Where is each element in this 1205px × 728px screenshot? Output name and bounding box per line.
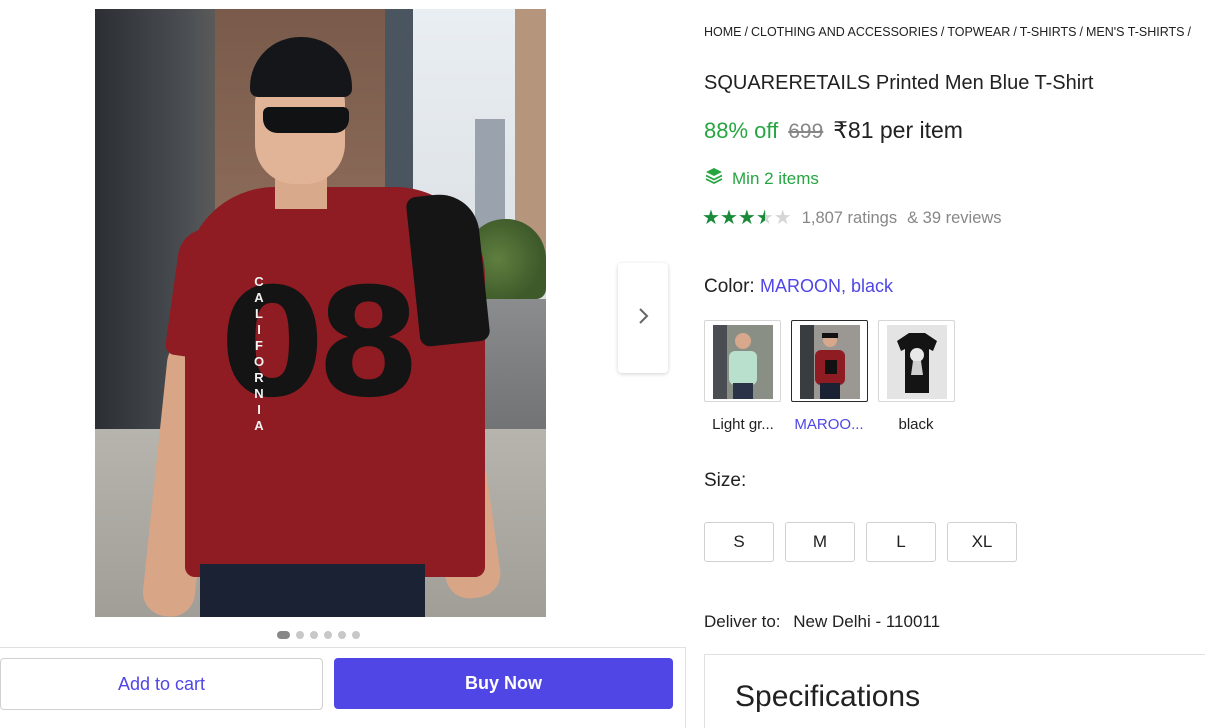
gallery-dot[interactable]	[352, 631, 360, 639]
breadcrumb-separator: /	[1187, 25, 1191, 39]
ratings-count: 1,807 ratings	[801, 208, 898, 227]
breadcrumb-link[interactable]: HOME	[704, 25, 742, 39]
model-sunglasses	[263, 107, 349, 133]
breadcrumb-separator: /	[940, 25, 945, 39]
layers-icon	[704, 166, 724, 191]
delivery-location: New Delhi - 110011	[793, 612, 941, 631]
next-image-button[interactable]	[618, 263, 668, 373]
selected-color: MAROON, black	[759, 276, 893, 296]
size-label: Size:	[704, 470, 747, 491]
price-row: 88% off 699 ₹81 per item	[704, 117, 963, 144]
delivery-info[interactable]: Deliver to: New Delhi - 110011	[704, 612, 940, 632]
original-price: 699	[788, 120, 824, 143]
color-swatch-light-green[interactable]	[704, 320, 781, 402]
star-half-icon: ★	[755, 207, 774, 229]
buy-now-button[interactable]: Buy Now	[334, 658, 673, 709]
product-title: SQUARERETAILS Printed Men Blue T-Shirt	[704, 72, 1094, 94]
breadcrumb-separator: /	[1013, 25, 1017, 39]
add-to-cart-button[interactable]: Add to cart	[0, 658, 323, 710]
swatch-label-light-green[interactable]: Light gr...	[700, 416, 786, 433]
selling-price: ₹81 per item	[833, 117, 963, 143]
image-building	[385, 9, 413, 209]
swatch-label-maroon[interactable]: MAROO...	[786, 416, 872, 433]
breadcrumb-link[interactable]: TOPWEAR	[947, 25, 1010, 39]
rating-row[interactable]: ★ ★ ★ ★ ★ 1,807 ratings & 39 reviews	[702, 208, 1002, 228]
breadcrumb-separator: /	[744, 25, 748, 39]
reviews-count: & 39 reviews	[907, 208, 1002, 227]
product-image[interactable]: 08 CALIFORNIA	[95, 9, 546, 617]
breadcrumb: HOME / CLOTHING AND ACCESSORIES / TOPWEAR / T-…	[704, 25, 1205, 43]
breadcrumb-separator: /	[1079, 25, 1084, 39]
gallery-dot[interactable]	[324, 631, 332, 639]
star-icon: ★	[702, 207, 720, 229]
color-swatch-maroon[interactable]	[791, 320, 868, 402]
gallery-dot[interactable]	[277, 631, 290, 639]
size-option-l[interactable]: L	[866, 522, 936, 562]
swatch-thumbnail	[800, 325, 860, 399]
model-jeans	[200, 564, 425, 617]
star-icon: ★	[737, 207, 756, 229]
size-option-m[interactable]: M	[785, 522, 855, 562]
min-order-info: Min 2 items	[704, 166, 819, 191]
swatch-thumbnail	[713, 325, 773, 399]
breadcrumb-link[interactable]: MEN'S T-SHIRTS	[1086, 25, 1184, 39]
size-option-xl[interactable]: XL	[947, 522, 1017, 562]
discount-percent: 88% off	[704, 118, 779, 143]
gallery-dot[interactable]	[310, 631, 318, 639]
chevron-right-icon	[636, 305, 650, 331]
min-items-label: Min 2 items	[732, 168, 819, 188]
star-icon: ★	[719, 207, 738, 229]
star-empty-icon: ★	[773, 207, 792, 229]
breadcrumb-link[interactable]: CLOTHING AND ACCESSORIES	[751, 25, 938, 39]
gallery-dot[interactable]	[296, 631, 304, 639]
gallery-dot[interactable]	[338, 631, 346, 639]
swatch-label-black[interactable]: black	[873, 416, 959, 433]
shirt-print-number: 08	[220, 257, 421, 431]
color-label-text: Color:	[704, 276, 755, 297]
specifications-heading: Specifications	[735, 680, 921, 713]
breadcrumb-link[interactable]: T-SHIRTS	[1020, 25, 1077, 39]
size-option-s[interactable]: S	[704, 522, 774, 562]
color-label: Color: MAROON, black	[704, 276, 893, 298]
shirt-print-text: CALIFORNIA	[253, 274, 265, 433]
deliver-label: Deliver to:	[704, 612, 781, 631]
color-swatch-black[interactable]	[878, 320, 955, 402]
swatch-thumbnail	[887, 325, 947, 399]
gallery-dots	[277, 631, 360, 639]
star-rating: ★ ★ ★ ★ ★	[702, 208, 792, 228]
